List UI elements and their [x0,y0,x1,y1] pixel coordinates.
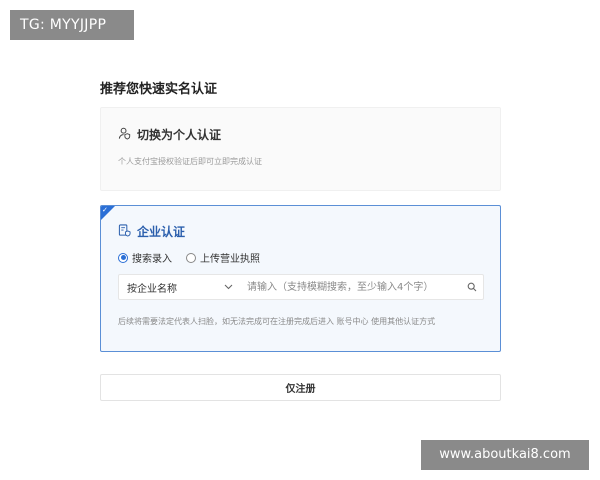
person-shield-icon [118,125,131,144]
page-title: 推荐您快速实名认证 [100,82,218,97]
enterprise-auth-header: 企业认证 [118,222,185,241]
watermark-bottom: www.aboutkai8.com [421,440,589,470]
register-only-button[interactable]: 仅注册 [100,374,501,401]
enterprise-auth-title: 企业认证 [137,225,186,239]
radio-search-entry[interactable]: 搜索录入 [118,250,172,265]
radio-upload-license-label: 上传营业执照 [200,254,260,265]
radio-checked-icon [118,252,128,263]
search-type-select[interactable]: 按企业名称 [119,275,241,299]
radio-unchecked-icon [186,252,196,263]
document-shield-icon [118,222,131,241]
personal-auth-subtitle: 个人支付宝授权验证后即可立即完成认证 [118,157,262,166]
personal-auth-title: 切换为个人认证 [137,128,222,142]
search-icon[interactable] [461,282,483,292]
enterprise-auth-hint: 后续将需要法定代表人扫脸，如无法完成可在注册完成后进入 账号中心 使用其他认证方… [118,317,436,326]
personal-auth-card[interactable]: 切换为个人认证 个人支付宝授权验证后即可立即完成认证 [100,107,501,191]
check-icon: ✓ [102,206,108,214]
company-search-bar: 按企业名称 [118,274,484,300]
company-search-input[interactable] [241,275,461,299]
radio-search-entry-label: 搜索录入 [132,254,172,265]
personal-auth-header: 切换为个人认证 [118,125,221,144]
search-type-value: 按企业名称 [127,283,177,295]
radio-upload-license[interactable]: 上传营业执照 [186,250,260,265]
entry-method-radio-group: 搜索录入 上传营业执照 [118,250,274,265]
watermark-top: TG: MYYJJPP [10,10,134,40]
enterprise-auth-card[interactable]: ✓ 企业认证 搜索录入 上传营业执照 按企业名称 请输入（支持模糊搜索，至少输入… [100,205,501,352]
chevron-down-icon [224,282,233,293]
